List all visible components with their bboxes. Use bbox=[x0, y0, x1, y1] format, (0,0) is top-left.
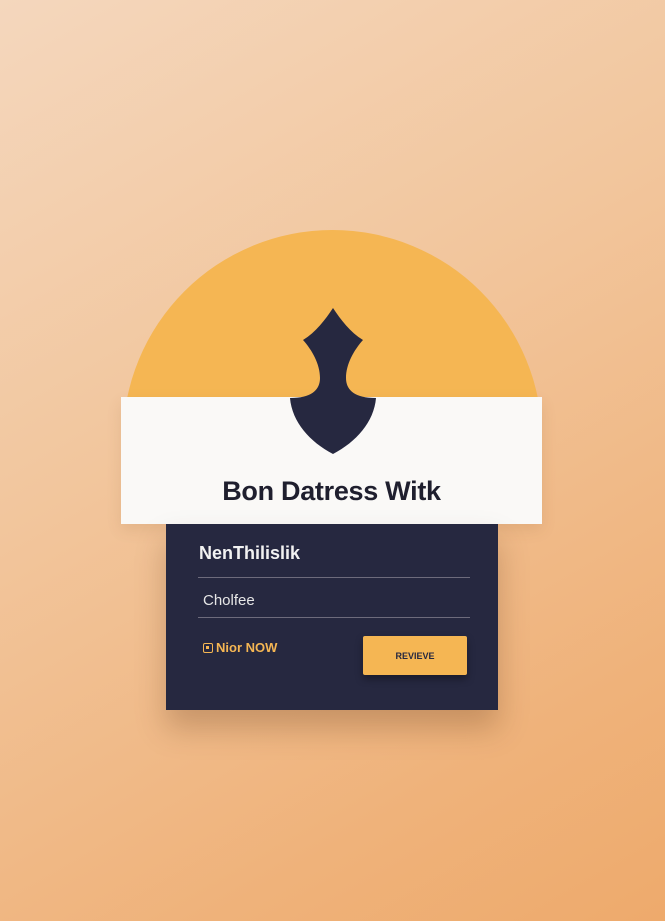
field-label: Cholfee bbox=[203, 592, 255, 609]
review-button[interactable]: REVIEVE bbox=[363, 636, 467, 675]
card-title: Bon Datress Witk bbox=[222, 476, 441, 506]
square-icon bbox=[203, 642, 213, 653]
status-text: Nior NOW bbox=[216, 640, 278, 655]
divider bbox=[198, 577, 470, 578]
panel-heading: NenThilislik bbox=[199, 543, 301, 563]
info-panel: NenThilislik Cholfee Nior NOW REVIEVE bbox=[166, 524, 498, 710]
status-link[interactable]: Nior NOW bbox=[203, 640, 277, 655]
divider bbox=[198, 617, 470, 618]
flame-shield-icon bbox=[290, 308, 376, 454]
